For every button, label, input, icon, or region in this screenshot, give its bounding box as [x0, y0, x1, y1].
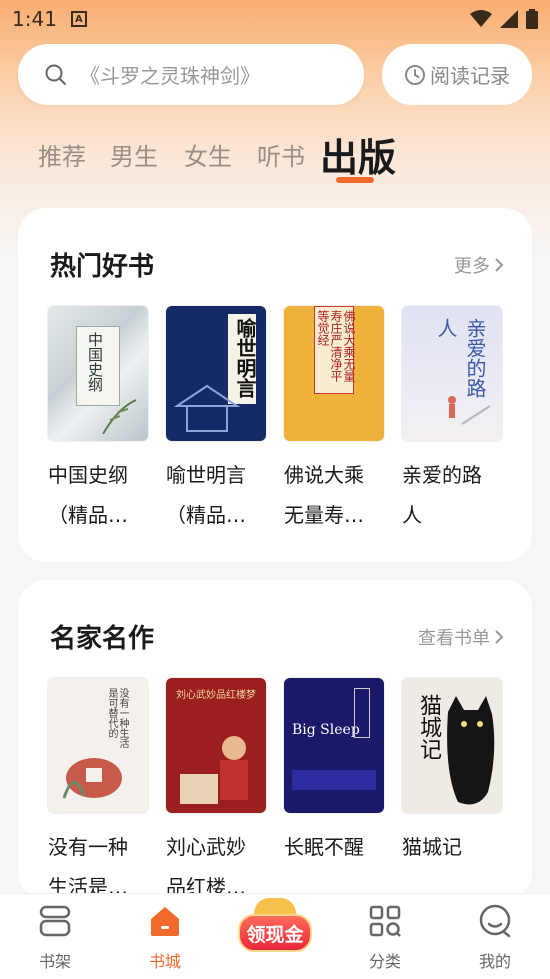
- figure-illustration: [448, 396, 491, 425]
- tab-label: 书架: [38, 952, 71, 971]
- author-photo-illustration: [180, 736, 248, 804]
- book-item[interactable]: 中国史纲 中国史纲 （精品…: [48, 306, 148, 535]
- book-title: 中国史纲 （精品…: [48, 463, 128, 527]
- tab-earn-cash[interactable]: 领现金: [230, 898, 320, 964]
- book-item[interactable]: 没有一种生活是可替代的 没有一种 生活是…: [48, 678, 148, 907]
- tab-audiobook[interactable]: 听书: [257, 137, 305, 172]
- book-cover: Big Sleep: [284, 678, 384, 813]
- book-cover: 刘心武妙品红楼梦: [166, 678, 266, 813]
- cover-title: Big Sleep: [292, 722, 360, 738]
- book-cover: 猫城记: [402, 678, 502, 813]
- teapot-illustration: [62, 758, 122, 799]
- search-icon: [45, 64, 66, 85]
- book-title: 亲爱的路 人: [402, 463, 482, 527]
- tab-profile[interactable]: 我的: [450, 904, 540, 972]
- book-item[interactable]: 亲爱的路人 亲爱的路 人: [402, 306, 502, 535]
- book-title: 喻世明言 （精品…: [166, 463, 246, 527]
- book-title: 长眠不醒: [284, 835, 364, 859]
- clock-icon: [405, 64, 425, 85]
- tab-recommend[interactable]: 推荐: [38, 137, 86, 172]
- book-item[interactable]: 喻世明言 喻世明言 （精品…: [166, 306, 266, 535]
- status-time: 1:41: [12, 7, 57, 31]
- book-title: 猫城记: [402, 835, 462, 859]
- tab-female[interactable]: 女生: [184, 137, 232, 172]
- section-hot-books: 热门好书 更多 中国史纲 中国史纲 （精品… 喻世明言 喻世明言 （精品… 佛说…: [18, 208, 532, 562]
- more-label: 查看书单: [418, 628, 490, 649]
- tab-bookstore[interactable]: 书城: [120, 904, 210, 972]
- search-input[interactable]: 《斗罗之灵珠神剑》: [18, 44, 364, 105]
- wifi-icon: [470, 10, 492, 27]
- earn-cash-label: 领现金: [246, 923, 304, 946]
- section-famous-works: 名家名作 查看书单 没有一种生活是可替代的 没有一种 生活是… 刘心武妙品红楼梦…: [18, 580, 532, 900]
- section-title: 名家名作: [50, 624, 155, 654]
- bamboo-illustration: [102, 399, 137, 434]
- book-item[interactable]: 刘心武妙品红楼梦 刘心武妙 品红楼…: [166, 678, 266, 907]
- tab-label: 书城: [148, 952, 181, 971]
- status-icons: [470, 9, 538, 29]
- book-item[interactable]: Big Sleep 长眠不醒: [284, 678, 384, 867]
- book-title: 佛说大乘 无量寿…: [284, 463, 364, 527]
- tab-category[interactable]: 分类: [340, 904, 430, 972]
- active-tab-indicator: [336, 177, 374, 183]
- reading-history-label: 阅读记录: [430, 64, 510, 88]
- status-bar: 1:41 A: [0, 0, 550, 38]
- home-icon: [151, 907, 179, 936]
- more-label: 更多: [454, 256, 490, 277]
- tab-male[interactable]: 男生: [110, 137, 158, 172]
- book-cover: 中国史纲: [48, 306, 148, 441]
- book-cover: 佛说大乘无量寿庄严清净平等觉经: [284, 306, 384, 441]
- book-cover: 喻世明言: [166, 306, 266, 441]
- book-item[interactable]: 佛说大乘无量寿庄严清净平等觉经 佛说大乘 无量寿…: [284, 306, 384, 535]
- view-booklist-link[interactable]: 查看书单: [418, 624, 504, 650]
- signal-icon: [500, 10, 518, 28]
- cover-title: 中国史纲: [86, 332, 104, 392]
- section-title: 热门好书: [50, 252, 155, 282]
- reading-history-button[interactable]: 阅读记录: [382, 44, 532, 105]
- cover-title: 佛说大乘无量寿庄严清净平等觉经: [316, 310, 356, 382]
- battery-icon: [526, 9, 538, 29]
- search-placeholder: 《斗罗之灵珠神剑》: [80, 64, 260, 88]
- tab-bookshelf[interactable]: 书架: [10, 904, 100, 972]
- more-link[interactable]: 更多: [454, 252, 504, 278]
- tab-label: 我的: [478, 952, 511, 971]
- book-cover: 没有一种生活是可替代的: [48, 678, 148, 813]
- notification-icon: A: [70, 11, 87, 27]
- book-cover: 亲爱的路人: [402, 306, 502, 441]
- bottom-tab-bar: 书架 书城 领现金 分类 我的: [0, 893, 550, 979]
- cat-illustration: [447, 696, 495, 805]
- tab-publish[interactable]: 出版: [320, 127, 396, 182]
- category-tabs: 推荐 男生 女生 听书 出版: [0, 125, 550, 185]
- cover-title: 刘心武妙品红楼梦: [176, 690, 256, 701]
- category-icon: [369, 905, 401, 937]
- chevron-right-icon: [495, 630, 504, 644]
- profile-icon: [479, 904, 511, 938]
- tab-label: 分类: [368, 952, 401, 971]
- cash-reward-icon: 领现金: [236, 898, 314, 964]
- bookshelf-icon: [39, 905, 71, 937]
- chevron-right-icon: [495, 258, 504, 272]
- pavilion-illustration: [173, 384, 241, 432]
- book-item[interactable]: 猫城记 猫城记: [402, 678, 502, 867]
